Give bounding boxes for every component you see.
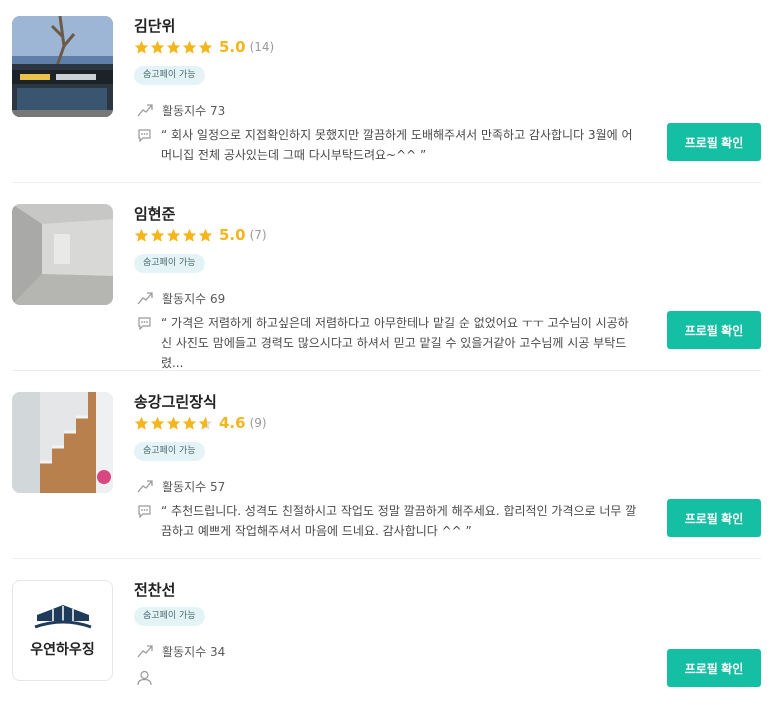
pay-badge: 숨고페이 가능 [134, 254, 205, 273]
rating-row: 4.6 (9) [134, 414, 267, 432]
profile-button[interactable]: 프로필 확인 [667, 499, 761, 537]
star-icon [182, 416, 197, 430]
review-count: (14) [249, 40, 275, 54]
star-icon [150, 228, 165, 242]
star-icon [166, 416, 181, 430]
profile-button[interactable]: 프로필 확인 [667, 123, 761, 161]
house-logo-icon [33, 604, 92, 628]
expert-name[interactable]: 송강그린장식 [134, 392, 217, 412]
star-icon [134, 416, 149, 430]
review-snippet: “ 추천드립니다. 성격도 친절하시고 작업도 정말 깔끔하게 해주세요. 합리… [137, 501, 637, 541]
star-icon [150, 416, 165, 430]
star-icon [182, 228, 197, 242]
expert-card: 송강그린장식 4.6 (9) 숨고페이 가능 활동지수 57 “ 추천드립니다.… [0, 376, 773, 559]
speech-bubble-icon [138, 129, 151, 142]
divider [12, 182, 761, 183]
activity-score: 활동지수 69 [162, 291, 226, 306]
star-rating [134, 228, 213, 243]
expert-name[interactable]: 임현준 [134, 204, 175, 224]
divider [12, 558, 761, 559]
activity-row: 활동지수 34 [137, 643, 225, 659]
speech-bubble-icon [138, 317, 151, 330]
trend-up-icon [137, 480, 153, 493]
star-rating [134, 40, 213, 55]
expert-logo[interactable]: 우연하우징 [12, 580, 113, 681]
rating-score: 5.0 [219, 226, 246, 244]
activity-score: 활동지수 57 [162, 479, 226, 494]
rating-score: 5.0 [219, 38, 246, 56]
speech-bubble-icon [138, 505, 151, 518]
review-text: “ 회사 일정으로 지접확인하지 못했지만 깔끔하게 도배해주셔서 만족하고 감… [161, 128, 633, 162]
expert-photo[interactable] [12, 16, 113, 117]
rating-row: 5.0 (14) [134, 38, 274, 56]
star-icon [166, 40, 181, 54]
star-icon [134, 228, 149, 242]
star-icon [198, 40, 213, 54]
star-icon [166, 228, 181, 242]
review-text: “ 가격은 저렴하게 하고싶은데 저렴하다고 아무한테나 맡길 순 없었어요 ㅜ… [161, 316, 629, 370]
trend-up-icon [137, 104, 153, 117]
rating-score: 4.6 [219, 414, 246, 432]
star-rating [134, 416, 213, 431]
review-count: (9) [249, 416, 267, 430]
review-text: “ 추천드립니다. 성격도 친절하시고 작업도 정말 깔끔하게 해주세요. 합리… [161, 504, 637, 538]
expert-name[interactable]: 전찬선 [134, 580, 175, 600]
expert-card: 우연하우징 전찬선 숨고페이 가능 활동지수 34 프로필 확인 [0, 564, 773, 703]
expert-card: 임현준 5.0 (7) 숨고페이 가능 활동지수 69 “ 가격은 저렴하게 하… [0, 188, 773, 371]
trend-up-icon [137, 645, 153, 658]
activity-row: 활동지수 57 [137, 478, 225, 494]
rating-row: 5.0 (7) [134, 226, 267, 244]
review-count: (7) [249, 228, 267, 242]
expert-name[interactable]: 김단위 [134, 16, 175, 36]
profile-button[interactable]: 프로필 확인 [667, 311, 761, 349]
star-icon [198, 416, 213, 430]
activity-score: 활동지수 34 [162, 644, 226, 659]
expert-list: 김단위 5.0 (14) 숨고페이 가능 활동지수 73 “ 회사 일정으로 지… [0, 0, 773, 703]
star-icon [198, 228, 213, 242]
pay-badge: 숨고페이 가능 [134, 607, 205, 626]
star-icon [134, 40, 149, 54]
expert-photo[interactable] [12, 204, 113, 305]
review-snippet: “ 가격은 저렴하게 하고싶은데 저렴하다고 아무한테나 맡길 순 없었어요 ㅜ… [137, 313, 637, 373]
activity-row: 활동지수 69 [137, 290, 225, 306]
star-icon [182, 40, 197, 54]
expert-card: 김단위 5.0 (14) 숨고페이 가능 활동지수 73 “ 회사 일정으로 지… [0, 0, 773, 183]
divider [12, 370, 761, 371]
logo-text: 우연하우징 [30, 641, 95, 658]
review-snippet: “ 회사 일정으로 지접확인하지 못했지만 깔끔하게 도배해주셔서 만족하고 감… [137, 125, 637, 165]
activity-score: 활동지수 73 [162, 103, 226, 118]
star-icon [150, 40, 165, 54]
trend-up-icon [137, 292, 153, 305]
activity-row: 활동지수 73 [137, 102, 225, 118]
user-icon [137, 670, 152, 686]
pay-badge: 숨고페이 가능 [134, 442, 205, 461]
profile-button[interactable]: 프로필 확인 [667, 649, 761, 687]
pay-badge: 숨고페이 가능 [134, 66, 205, 85]
expert-photo[interactable] [12, 392, 113, 493]
